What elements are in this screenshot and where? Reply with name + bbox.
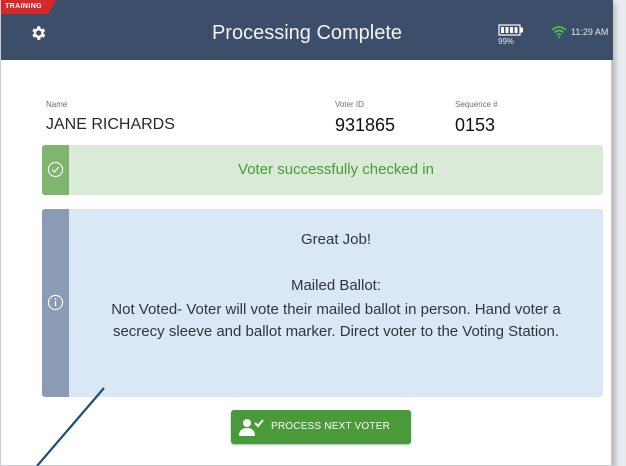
annotation-pointer-line bbox=[36, 387, 105, 466]
